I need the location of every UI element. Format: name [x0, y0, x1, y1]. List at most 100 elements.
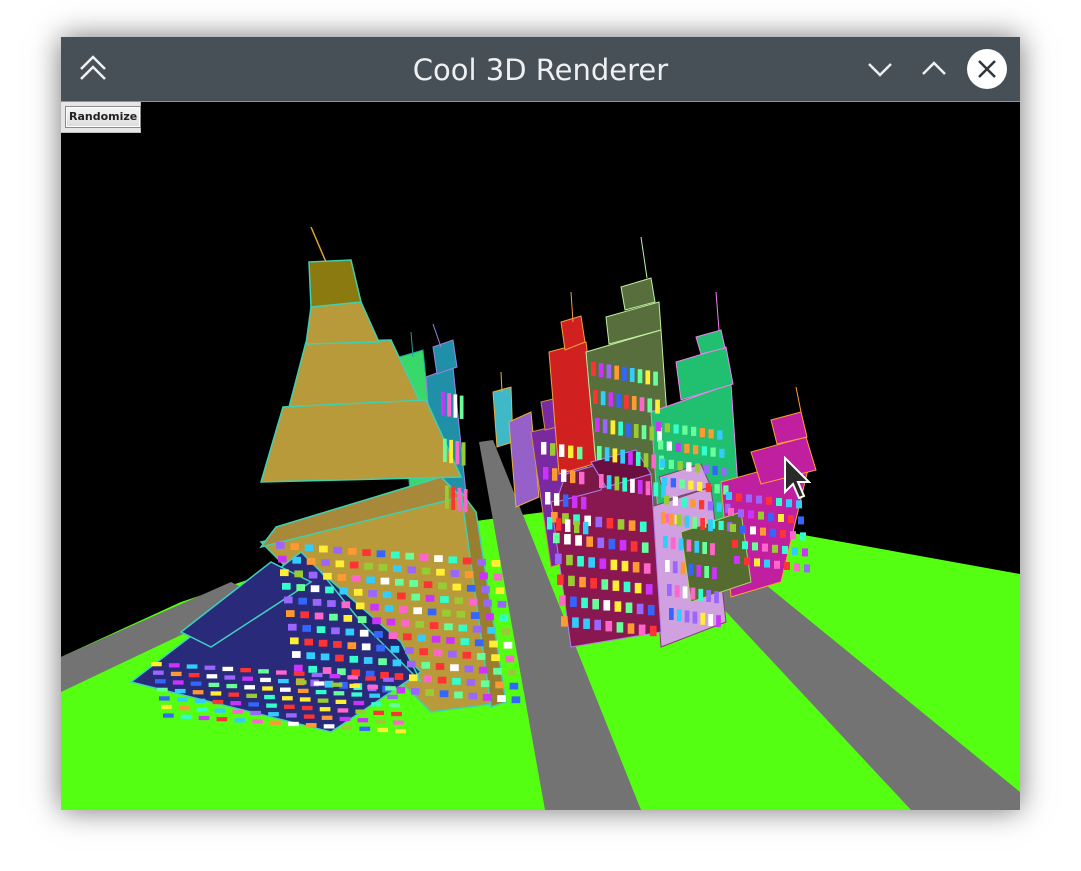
- window-tile: [612, 580, 620, 591]
- window-tile: [395, 729, 406, 734]
- window-tile: [595, 516, 603, 528]
- window-tile: [495, 681, 504, 689]
- window-tile: [288, 721, 299, 727]
- window-tile: [280, 569, 289, 577]
- window-tile: [588, 557, 595, 568]
- window-tile: [620, 449, 625, 464]
- window-tile: [292, 556, 301, 564]
- window-tile: [377, 727, 388, 733]
- window-tile: [695, 463, 701, 473]
- window-tile: [658, 440, 664, 450]
- window-tile: [312, 598, 322, 606]
- window-tile: [572, 495, 578, 509]
- window-tile: [703, 464, 709, 474]
- window-tile: [431, 635, 441, 643]
- window-tile: [605, 620, 613, 632]
- window-tile: [600, 391, 606, 406]
- window-tile: [688, 480, 694, 490]
- window-tile: [462, 557, 472, 565]
- title-bar[interactable]: Cool 3D Renderer: [61, 37, 1020, 102]
- window-tile: [690, 498, 696, 509]
- window-tile: [176, 697, 188, 702]
- window-tile: [559, 444, 565, 457]
- window-tile: [357, 616, 367, 623]
- chevron-up-icon: [922, 61, 946, 75]
- window-tile: [423, 581, 433, 589]
- window-tile: [449, 439, 453, 464]
- window-tile: [670, 537, 676, 550]
- window-tile: [319, 545, 328, 553]
- window-tile: [375, 719, 386, 724]
- window-tile: [421, 567, 431, 575]
- maximize-button[interactable]: [914, 49, 954, 89]
- window-tile: [561, 469, 567, 482]
- window-tile: [780, 530, 786, 538]
- window-tile: [290, 543, 299, 551]
- window-tile: [574, 520, 580, 534]
- window-tile: [579, 576, 586, 588]
- window-tile: [655, 399, 660, 414]
- minimize-button[interactable]: [860, 49, 900, 89]
- window-tile: [347, 548, 357, 555]
- window-tile: [242, 676, 253, 681]
- window-tile: [284, 704, 295, 709]
- window-tile: [631, 396, 637, 410]
- window-tile: [450, 664, 459, 672]
- window-tile: [234, 718, 246, 723]
- render-viewport[interactable]: Randomize: [61, 102, 1020, 810]
- window-tile: [448, 650, 457, 658]
- window-tile: [403, 633, 412, 641]
- window-tile: [667, 584, 672, 596]
- window-tile: [669, 608, 674, 620]
- window-tile: [624, 394, 629, 409]
- window-tile: [335, 699, 347, 704]
- window-tile: [448, 556, 458, 564]
- window-tile: [503, 641, 513, 649]
- window-tile: [159, 696, 170, 701]
- window-tile: [244, 685, 255, 690]
- keep-above-button[interactable]: [73, 49, 113, 89]
- window-tile: [447, 393, 451, 417]
- window-tile: [474, 639, 484, 647]
- window-tile: [630, 541, 638, 552]
- window-tile: [682, 586, 688, 599]
- window-tile: [610, 559, 618, 571]
- window-tile: [298, 597, 307, 605]
- window-tile: [616, 622, 624, 633]
- window-tile: [258, 669, 269, 674]
- window-tile: [397, 592, 406, 600]
- window-tile: [452, 583, 462, 591]
- window-tile: [581, 597, 588, 609]
- window-tile: [726, 492, 732, 500]
- window-tile: [308, 571, 318, 579]
- window-tile: [260, 677, 271, 683]
- window-tile: [411, 687, 420, 695]
- randomize-button[interactable]: Randomize: [65, 106, 142, 128]
- window-tile: [288, 623, 297, 631]
- window-tile: [682, 425, 688, 435]
- window-tile: [250, 710, 261, 716]
- toolbar-panel: Randomize: [61, 102, 142, 133]
- window-tile: [497, 600, 507, 608]
- close-button[interactable]: [967, 49, 1007, 89]
- window-tile: [710, 447, 716, 457]
- window-tile: [458, 624, 468, 632]
- window-tile: [798, 516, 804, 525]
- window-tile: [552, 468, 558, 481]
- window-tile: [595, 418, 600, 432]
- window-tile: [608, 538, 616, 550]
- window-tile: [645, 370, 651, 385]
- window-tile: [491, 654, 500, 662]
- window-tile: [738, 509, 744, 518]
- window-tile: [192, 690, 204, 695]
- window-tile: [172, 680, 184, 685]
- window-tile: [668, 459, 674, 470]
- window-tile: [222, 666, 234, 672]
- window-tile: [699, 500, 705, 510]
- window-tile: [619, 540, 627, 551]
- window-tile: [315, 689, 327, 695]
- window-tile: [559, 595, 566, 606]
- window-tile: [303, 714, 315, 719]
- window-tile: [616, 393, 621, 408]
- window-tile: [337, 708, 349, 713]
